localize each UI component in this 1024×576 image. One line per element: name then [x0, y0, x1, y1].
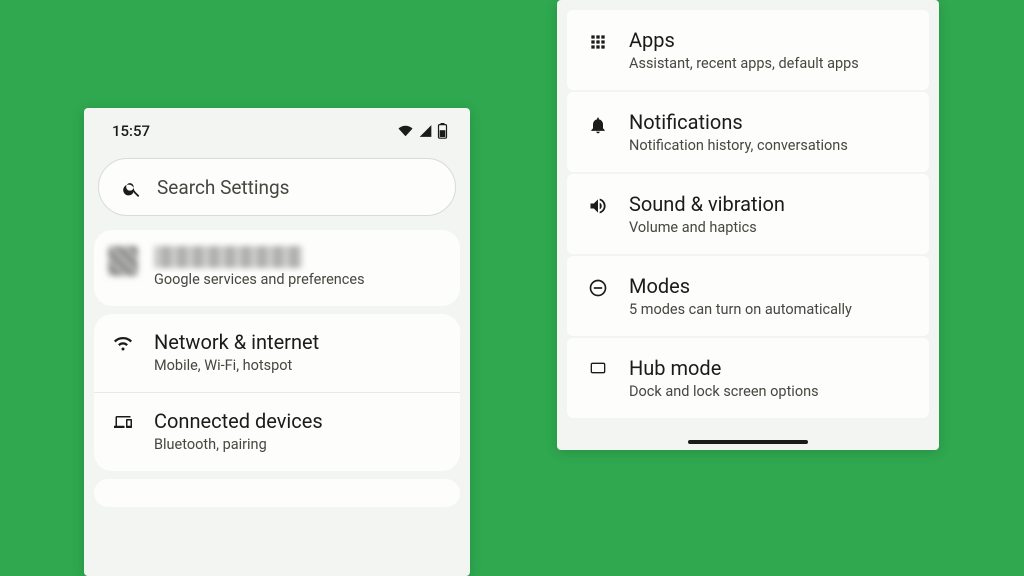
status-bar: 15:57 — [84, 108, 470, 150]
avatar — [108, 246, 138, 276]
battery-status-icon — [437, 123, 448, 139]
hub-icon — [583, 356, 613, 376]
account-subtitle: Google services and preferences — [154, 271, 365, 288]
bell-icon — [583, 110, 613, 136]
settings-item-hub-mode[interactable]: Hub mode Dock and lock screen options — [567, 338, 929, 418]
dnd-icon — [583, 274, 613, 298]
settings-item-modes[interactable]: Modes 5 modes can turn on automatically — [567, 256, 929, 336]
search-placeholder: Search Settings — [157, 176, 289, 199]
gesture-nav-handle[interactable] — [688, 440, 808, 444]
wifi-icon — [108, 330, 138, 352]
item-title: Sound & vibration — [629, 192, 785, 216]
settings-item-network[interactable]: Network & internet Mobile, Wi-Fi, hotspo… — [94, 314, 460, 392]
item-title: Network & internet — [154, 330, 319, 354]
status-icons — [397, 123, 448, 139]
status-time: 15:57 — [112, 122, 150, 140]
item-title: Notifications — [629, 110, 848, 134]
item-title: Modes — [629, 274, 852, 298]
search-settings-input[interactable]: Search Settings — [98, 158, 456, 216]
item-subtitle: Volume and haptics — [629, 219, 785, 236]
wifi-status-icon — [397, 124, 414, 138]
account-name-redacted — [154, 246, 302, 268]
item-subtitle: Notification history, conversations — [629, 137, 848, 154]
settings-screen-top: 15:57 Search Settings Google servic — [84, 108, 470, 576]
item-title: Apps — [629, 28, 859, 52]
item-subtitle: Bluetooth, pairing — [154, 436, 323, 453]
signal-status-icon — [418, 124, 433, 138]
item-subtitle: Mobile, Wi-Fi, hotspot — [154, 357, 319, 374]
search-icon — [117, 175, 147, 199]
item-subtitle: 5 modes can turn on automatically — [629, 301, 852, 318]
apps-icon — [583, 28, 613, 52]
item-title: Hub mode — [629, 356, 819, 380]
account-item[interactable]: Google services and preferences — [94, 230, 460, 306]
item-subtitle: Dock and lock screen options — [629, 383, 819, 400]
devices-icon — [108, 409, 138, 431]
settings-item-apps[interactable]: Apps Assistant, recent apps, default app… — [567, 10, 929, 90]
settings-item-sound[interactable]: Sound & vibration Volume and haptics — [567, 174, 929, 254]
item-subtitle: Assistant, recent apps, default apps — [629, 55, 859, 72]
settings-item-connected-devices[interactable]: Connected devices Bluetooth, pairing — [94, 392, 460, 471]
volume-icon — [583, 192, 613, 216]
settings-item-notifications[interactable]: Notifications Notification history, conv… — [567, 92, 929, 172]
settings-screen-bottom: Apps Assistant, recent apps, default app… — [557, 0, 939, 450]
item-title: Connected devices — [154, 409, 323, 433]
